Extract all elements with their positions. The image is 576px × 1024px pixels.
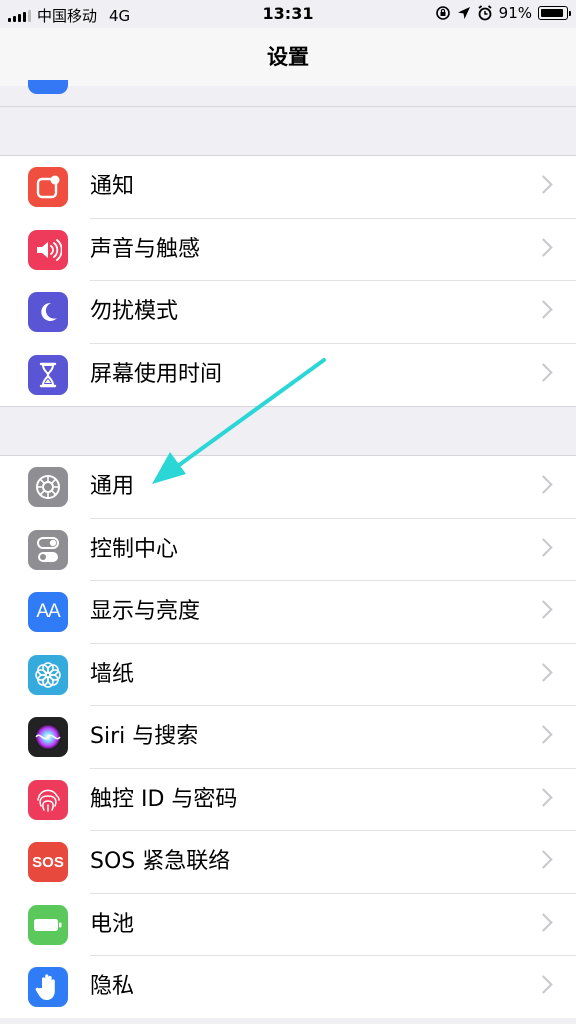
hourglass-icon — [28, 354, 68, 395]
row-notifications[interactable]: 通知 — [0, 156, 576, 219]
siri-icon — [28, 717, 68, 757]
row-general[interactable]: 通用 — [0, 456, 576, 519]
hand-icon — [28, 967, 68, 1007]
battery-percent: 91% — [498, 4, 532, 22]
settings-group-2: 通用 控制中心 AA 显示与亮度 墙纸 Siri 与搜索 触控 ID 与密码 S… — [0, 455, 576, 1020]
fingerprint-icon — [28, 779, 68, 820]
row-label: 显示与亮度 — [90, 599, 201, 624]
chevron-right-icon — [534, 912, 553, 932]
chevron-right-icon — [534, 537, 553, 557]
previous-row-icon-peek — [28, 80, 68, 94]
flower-icon — [28, 654, 68, 695]
orientation-lock-icon — [435, 6, 450, 20]
row-label: 墙纸 — [90, 661, 135, 687]
row-control-center[interactable]: 控制中心 — [0, 519, 576, 581]
page-title: 设置 — [0, 28, 576, 86]
gear-icon — [28, 467, 68, 507]
status-bar: 中国移动 4G 13:31 91% — [0, 0, 576, 28]
row-privacy[interactable]: 隐私 — [0, 956, 576, 1019]
battery-icon — [28, 904, 68, 945]
chevron-right-icon — [534, 600, 553, 619]
row-battery[interactable]: 电池 — [0, 894, 576, 956]
chevron-right-icon — [534, 975, 553, 994]
chevron-right-icon — [534, 725, 553, 744]
row-siri-search[interactable]: Siri 与搜索 — [0, 706, 576, 769]
row-label: 通用 — [90, 474, 135, 499]
row-sounds[interactable]: 声音与触感 — [0, 219, 576, 281]
moon-icon — [28, 292, 68, 332]
chevron-right-icon — [534, 175, 553, 194]
sos-text: SOS — [32, 853, 64, 871]
row-label: 触控 ID 与密码 — [90, 786, 238, 812]
text-size-glyph: AA — [36, 601, 60, 622]
status-right: 91% — [435, 4, 571, 22]
sos-icon: SOS — [28, 842, 68, 882]
row-label: 控制中心 — [90, 536, 179, 562]
row-label: 通知 — [90, 174, 135, 199]
alarm-icon — [478, 5, 492, 21]
chevron-right-icon — [534, 850, 553, 869]
row-display-brightness[interactable]: AA 显示与亮度 — [0, 581, 576, 644]
location-icon — [457, 7, 470, 19]
row-label: SOS 紧急联络 — [90, 849, 231, 874]
settings-group-1: 通知 声音与触感 勿扰模式 屏幕使用时间 — [0, 155, 576, 407]
row-emergency-sos[interactable]: SOS SOS 紧急联络 — [0, 831, 576, 894]
row-label: 勿扰模式 — [90, 299, 179, 324]
chevron-right-icon — [534, 237, 553, 257]
row-screen-time[interactable]: 屏幕使用时间 — [0, 344, 576, 407]
row-label: 电池 — [90, 911, 135, 937]
row-label: 声音与触感 — [90, 236, 201, 262]
chevron-right-icon — [534, 662, 553, 682]
speaker-icon — [28, 229, 68, 270]
chevron-right-icon — [534, 300, 553, 319]
chevron-right-icon — [534, 362, 553, 382]
row-label: Siri 与搜索 — [90, 724, 199, 749]
row-touch-id-passcode[interactable]: 触控 ID 与密码 — [0, 769, 576, 831]
toggles-icon — [28, 529, 68, 570]
chevron-right-icon — [534, 475, 553, 494]
text-size-icon: AA — [28, 592, 68, 632]
row-do-not-disturb[interactable]: 勿扰模式 — [0, 281, 576, 344]
battery-status-icon — [538, 6, 571, 20]
row-label: 隐私 — [90, 974, 135, 999]
divider — [0, 106, 576, 107]
row-label: 屏幕使用时间 — [90, 361, 223, 387]
notification-icon — [28, 167, 68, 207]
chevron-right-icon — [534, 787, 553, 807]
row-wallpaper[interactable]: 墙纸 — [0, 644, 576, 706]
bottom-spacer — [0, 1018, 576, 1024]
